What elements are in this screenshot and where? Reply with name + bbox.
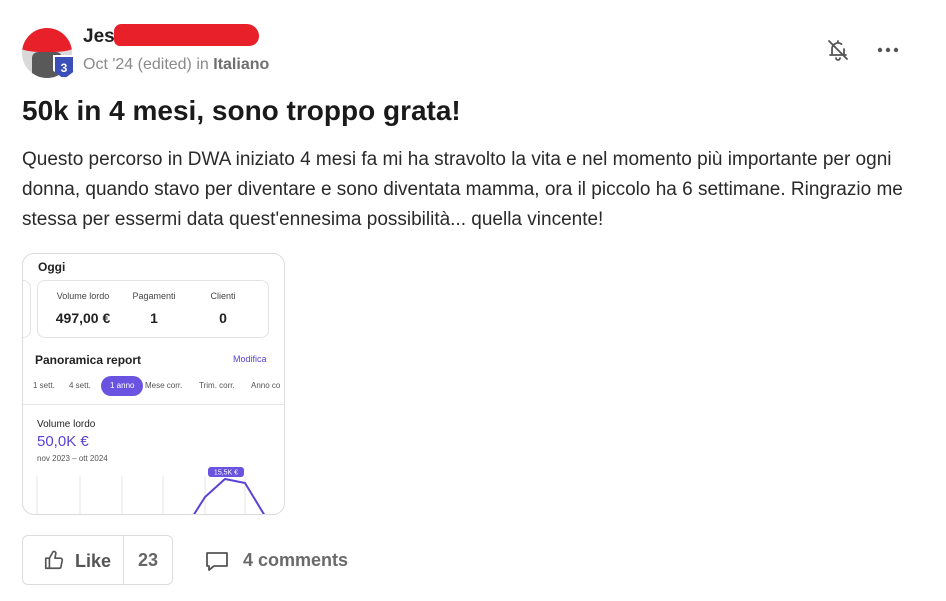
today-stats-card: Volume lordo 497,00 € Pagamenti 1 Client… xyxy=(37,280,269,338)
in-word: in xyxy=(196,56,209,73)
post-body: Questo percorso in DWA iniziato 4 mesi f… xyxy=(22,149,903,230)
stat-volume: Volume lordo 497,00 € xyxy=(52,291,114,326)
post-title[interactable]: 50k in 4 mesi, sono troppo grata! xyxy=(22,95,461,127)
stat-payments: Pagamenti 1 xyxy=(126,291,182,326)
tab-4-weeks: 4 sett. xyxy=(69,381,91,390)
comments-label: 4 comments xyxy=(243,550,349,570)
post-header: 3 Jes Oct '24 (edited) in Italiano xyxy=(22,22,922,82)
chart-series-line xyxy=(193,477,265,514)
tab-current-quarter: Trim. corr. xyxy=(199,381,235,390)
stat-clients: Clienti 0 xyxy=(198,291,248,326)
volume-value: 50,0K € xyxy=(37,433,89,450)
stat-label: Clienti xyxy=(210,291,236,301)
bell-off-icon[interactable] xyxy=(826,38,850,62)
divider xyxy=(123,536,124,584)
redaction-mark xyxy=(22,28,72,52)
tab-current-year: Anno co xyxy=(251,381,281,390)
author-redaction-mark xyxy=(114,24,259,46)
author-name[interactable]: Jes xyxy=(83,26,115,48)
volume-line-chart: 15,5K € xyxy=(36,467,265,514)
stat-value: 1 xyxy=(150,310,158,326)
post-meta: Oct '24 (edited) in Italiano xyxy=(83,56,269,74)
stat-value: 0 xyxy=(219,310,227,326)
divider xyxy=(23,404,284,405)
today-heading: Oggi xyxy=(38,260,66,274)
volume-label: Volume lordo xyxy=(37,419,96,430)
post-timestamp: Oct '24 (edited) xyxy=(83,56,192,73)
period-tabs: 1 sett. 4 sett. 1 anno Mese corr. Trim. … xyxy=(23,376,284,398)
like-button[interactable]: Like xyxy=(23,536,123,584)
partial-card xyxy=(23,280,31,338)
like-control: Like 23 xyxy=(22,535,173,585)
edit-link: Modifica xyxy=(233,354,267,364)
tab-1-week: 1 sett. xyxy=(33,381,55,390)
like-count[interactable]: 23 xyxy=(138,550,158,571)
chart-tooltip: 15,5K € xyxy=(214,470,238,477)
post-image-attachment[interactable]: Oggi Volume lordo 497,00 € Pagamenti 1 C… xyxy=(22,253,285,515)
group-link[interactable]: Italiano xyxy=(213,56,269,73)
more-horizontal-icon[interactable] xyxy=(874,38,902,62)
stat-value: 497,00 € xyxy=(55,310,111,326)
thumbs-up-icon xyxy=(44,550,64,570)
stat-label: Volume lordo xyxy=(56,291,110,301)
stat-label: Pagamenti xyxy=(132,291,176,301)
tab-1-year: 1 anno xyxy=(101,376,144,396)
like-label: Like xyxy=(75,551,112,571)
report-heading: Panoramica report xyxy=(35,353,142,367)
tab-current-month: Mese corr. xyxy=(145,381,183,390)
comment-icon xyxy=(206,552,228,571)
